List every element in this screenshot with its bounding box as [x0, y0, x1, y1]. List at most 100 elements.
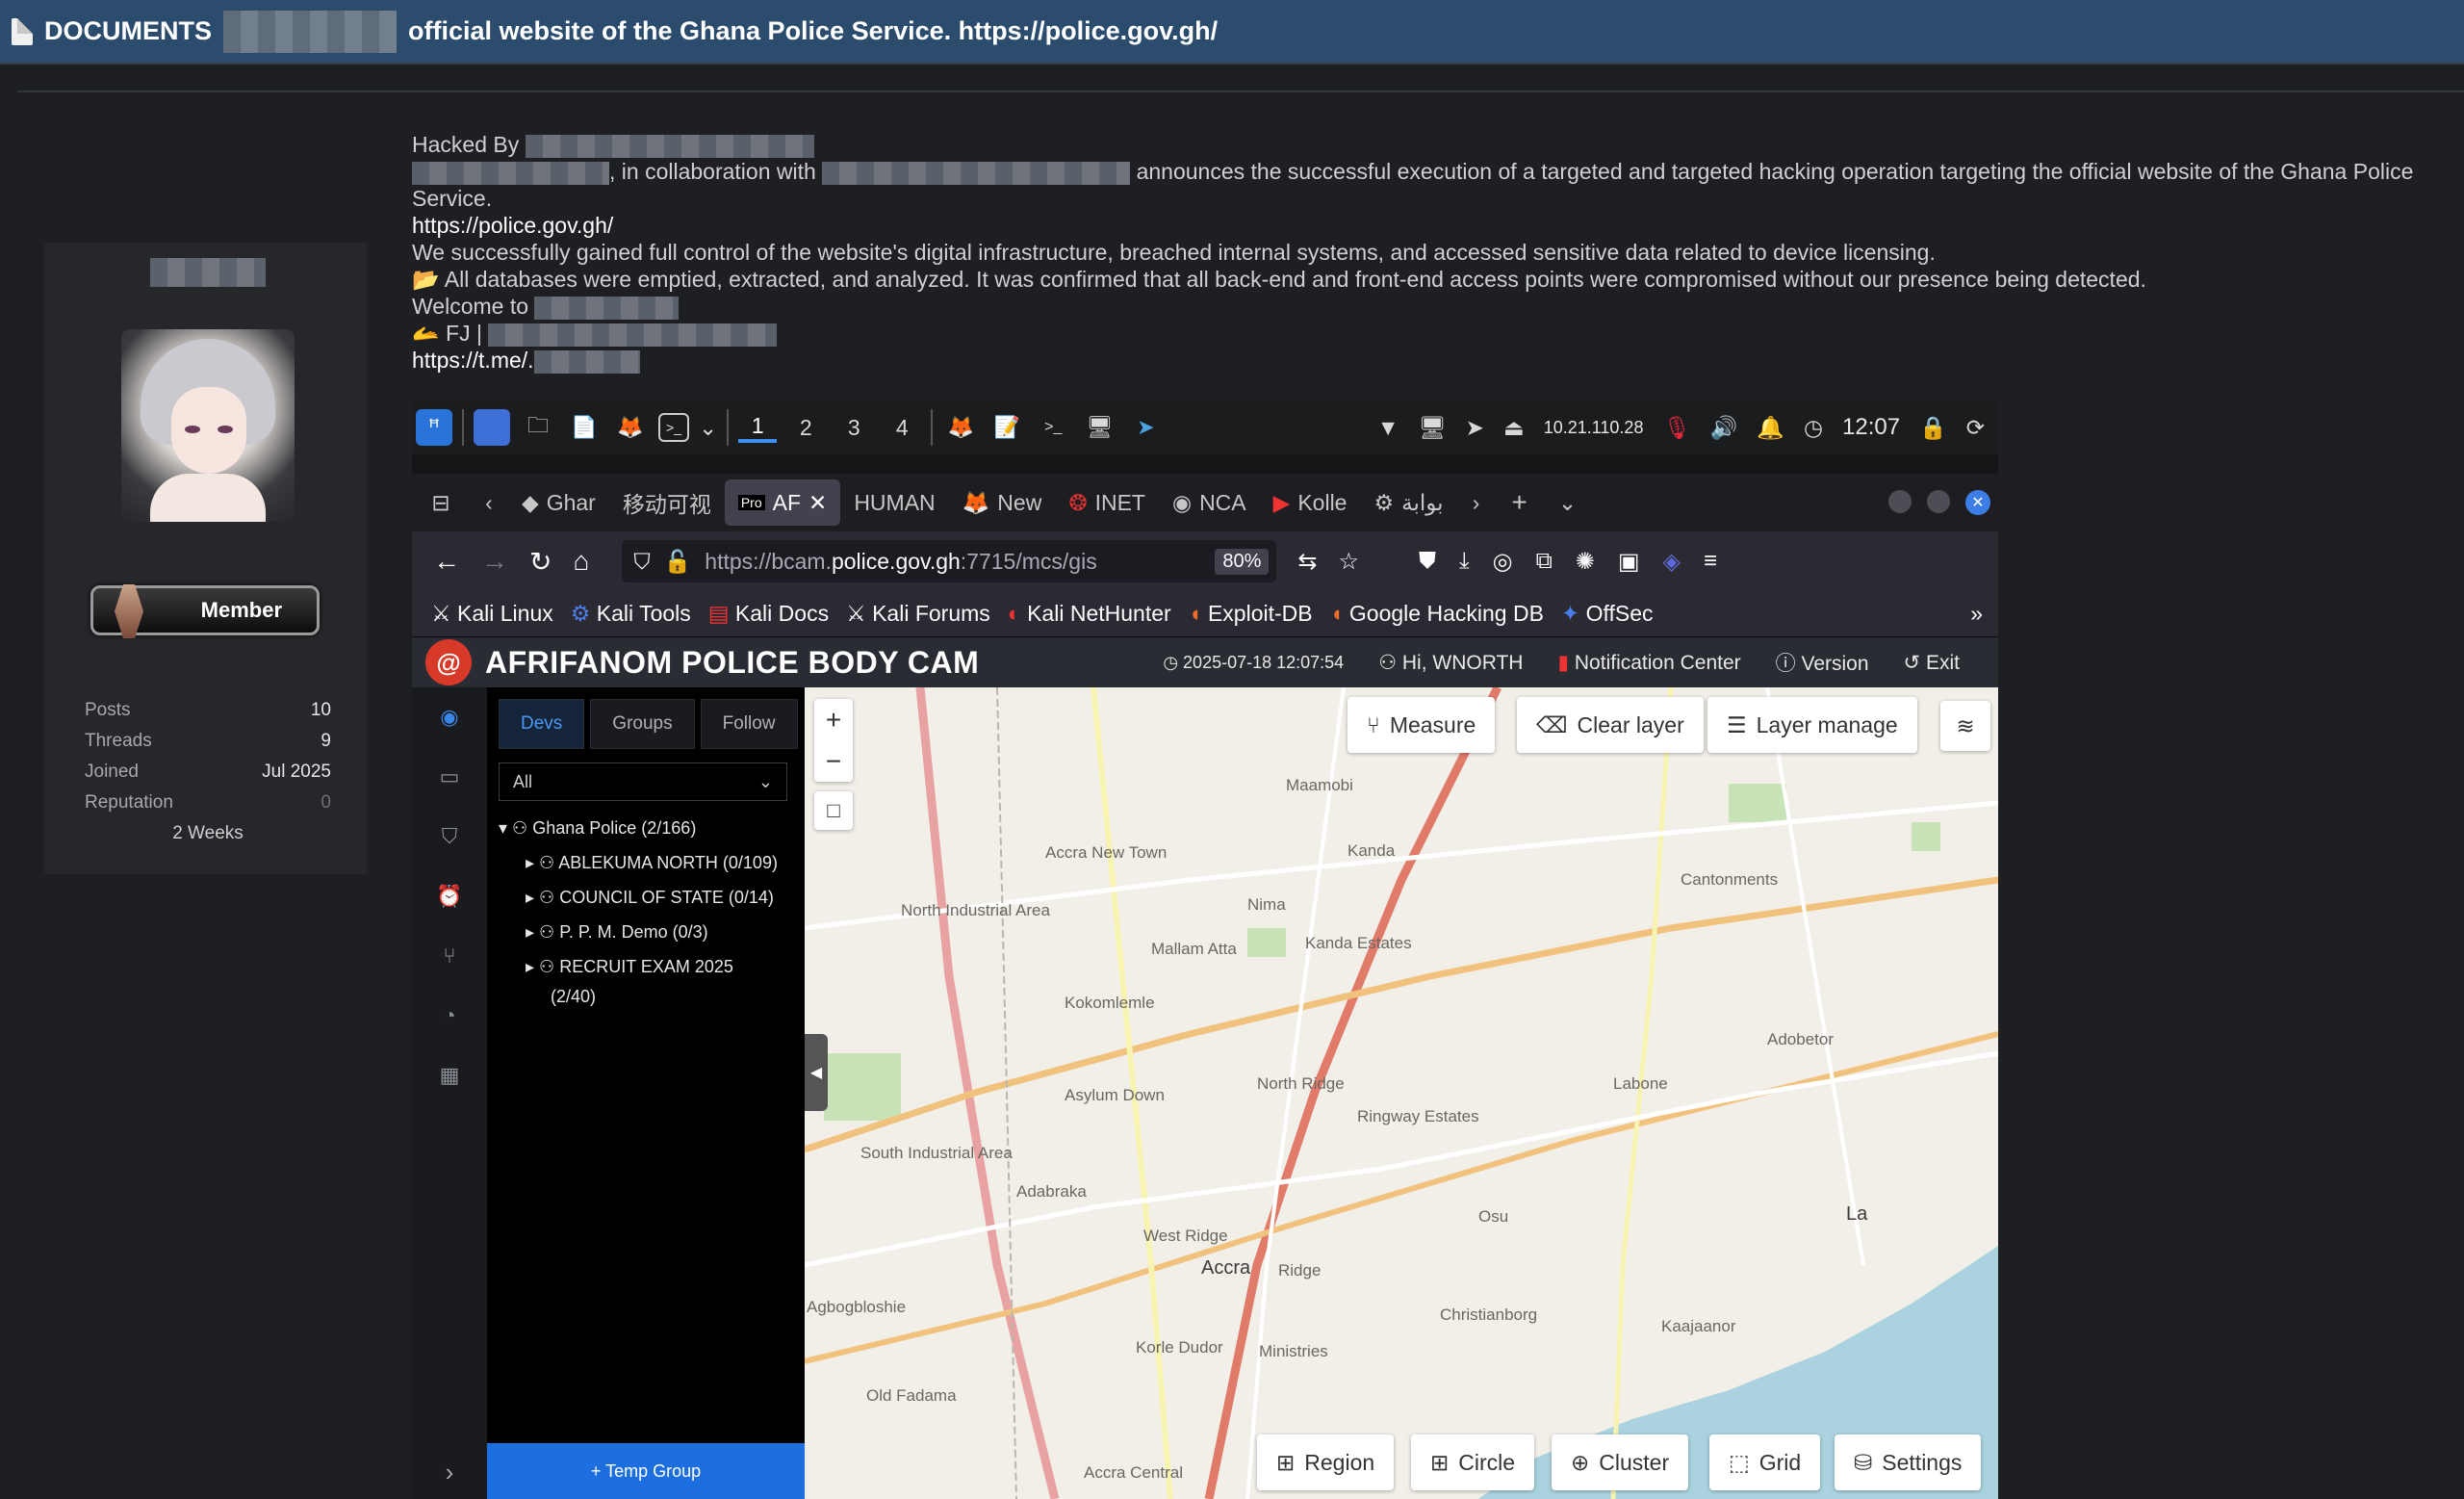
tree-root[interactable]: ▾ ⚇ Ghana Police (2/166): [499, 811, 805, 845]
back-icon[interactable]: ←: [433, 546, 460, 577]
microphone-icon[interactable]: 🎙: [1662, 415, 1690, 441]
telegram-task-icon[interactable]: ➤: [1127, 409, 1164, 446]
editor-task-icon[interactable]: 📝: [988, 409, 1025, 446]
firefox-task-icon[interactable]: 🦊: [942, 409, 979, 446]
tab-nca[interactable]: ◉ NCA: [1159, 479, 1260, 526]
firefox-icon[interactable]: 🦊: [612, 409, 649, 446]
region-button[interactable]: ⊞ Region: [1257, 1434, 1395, 1490]
home-icon[interactable]: ⌂: [573, 546, 589, 577]
bookmark-offsec[interactable]: ✦ OffSec: [1561, 601, 1654, 627]
bookmark-exploit-db[interactable]: ◖ Exploit-DB: [1189, 601, 1313, 627]
lock-icon[interactable]: 🔓: [664, 549, 692, 575]
lock-icon[interactable]: 🔒: [1919, 415, 1947, 441]
tree-node[interactable]: ▸ ⚇ P. P. M. Demo (0/3): [499, 915, 805, 949]
tree-node[interactable]: ▸ ⚇ COUNCIL OF STATE (0/14): [499, 880, 805, 915]
window-task-icon[interactable]: 🖥: [1081, 409, 1117, 446]
close-window-icon[interactable]: ✕: [1965, 490, 1990, 515]
user-menu[interactable]: ⚇ Hi, WNORTH: [1378, 651, 1523, 675]
tab-new[interactable]: 🦊 New: [949, 479, 1056, 526]
grid-button[interactable]: ⬚ Grid: [1709, 1434, 1821, 1490]
extension-a-icon[interactable]: ✺: [1576, 548, 1595, 576]
bookmark-kali-forums[interactable]: ⚔ Kali Forums: [846, 601, 990, 627]
workspace-3[interactable]: 3: [834, 415, 873, 441]
desktop-icon[interactable]: [474, 409, 510, 446]
collapse-panel-icon[interactable]: ◀: [805, 1034, 828, 1111]
video-icon[interactable]: ▭: [412, 747, 487, 807]
bookmark-kali-tools[interactable]: ⚙ Kali Tools: [571, 601, 691, 627]
map-view[interactable]: ◀ + − □ ⑂ Measure ⌫ Clear layer ☰ Layer man…: [805, 687, 1998, 1499]
tab-human[interactable]: HUMAN: [840, 479, 948, 526]
maximize-icon[interactable]: [1927, 490, 1950, 513]
translate-icon[interactable]: ⇆: [1297, 548, 1317, 576]
send-icon[interactable]: ➤: [1466, 415, 1484, 441]
exit-button[interactable]: ↺ Exit: [1904, 651, 1960, 675]
chart-pie-icon[interactable]: ◔: [412, 986, 487, 1046]
temp-group-button[interactable]: + Temp Group: [487, 1443, 805, 1499]
bookmark-ghdb[interactable]: ◖ Google Hacking DB: [1330, 601, 1544, 627]
expand-icon[interactable]: ›: [412, 1445, 487, 1499]
circle-button[interactable]: ⊞ Circle: [1411, 1434, 1535, 1490]
layers-icon[interactable]: ≋: [1940, 701, 1990, 751]
power-icon[interactable]: ⟳: [1966, 415, 1985, 441]
tab-list-icon[interactable]: ⌄: [1544, 490, 1592, 516]
tab-scroll-left-icon[interactable]: ‹: [470, 490, 508, 516]
branch-icon[interactable]: ⑂: [412, 926, 487, 986]
terminal-icon[interactable]: >_: [658, 413, 689, 442]
tree-node[interactable]: ▸ ⚇ ABLEKUMA NORTH (0/109): [499, 845, 805, 880]
new-tab-icon[interactable]: +: [1496, 487, 1544, 518]
measure-button[interactable]: ⑂ Measure: [1348, 697, 1496, 753]
text-editor-icon[interactable]: 📄: [566, 409, 603, 446]
draw-rectangle-icon[interactable]: □: [814, 791, 853, 830]
tab-scroll-right-icon[interactable]: ›: [1457, 490, 1496, 516]
bell-icon[interactable]: 🔔: [1757, 415, 1784, 441]
terminal-task-icon[interactable]: >_: [1035, 409, 1071, 446]
bookmark-kali-linux[interactable]: ⚔ Kali Linux: [431, 601, 553, 627]
thread-title[interactable]: official website of the Ghana Police Ser…: [408, 16, 1218, 46]
more-bookmarks-icon[interactable]: »: [1970, 601, 1998, 627]
tab-active[interactable]: Pro AF ✕: [724, 479, 841, 526]
extensions-icon[interactable]: ⧉: [1536, 548, 1553, 576]
kali-menu-icon[interactable]: ꟸ: [416, 409, 452, 446]
redacted-username[interactable]: [150, 258, 266, 287]
menu-icon[interactable]: ≡: [1704, 548, 1717, 576]
version-button[interactable]: ⓘ Version: [1776, 648, 1869, 677]
zoom-level[interactable]: 80%: [1215, 548, 1270, 575]
vpn-icon[interactable]: ⏏: [1503, 415, 1525, 441]
extension-b-icon[interactable]: ▣: [1618, 548, 1640, 576]
url-field[interactable]: ⛉ 🔓 https://bcam.police.gov.gh:7715/mcs/…: [622, 540, 1277, 582]
reload-icon[interactable]: ↻: [529, 546, 552, 578]
shield-icon[interactable]: ⛉: [412, 807, 487, 866]
layer-manage-button[interactable]: ☰ Layer manage: [1707, 697, 1917, 753]
bookmark-star-icon[interactable]: ☆: [1339, 548, 1360, 576]
zoom-in-icon[interactable]: +: [826, 705, 841, 736]
shield-icon[interactable]: ⛉: [633, 549, 650, 575]
minimize-icon[interactable]: [1888, 490, 1912, 513]
cluster-button[interactable]: ⊕ Cluster: [1552, 1434, 1689, 1490]
telegram-link[interactable]: https://t.me/.: [412, 348, 534, 373]
target-link[interactable]: https://police.gov.gh/: [412, 213, 613, 238]
monitor-icon[interactable]: 🖥: [1418, 415, 1446, 441]
alarm-icon[interactable]: ⏰: [412, 866, 487, 926]
pocket-icon[interactable]: ⛊: [1419, 548, 1436, 576]
close-icon[interactable]: ✕: [808, 490, 827, 516]
extension-c-icon[interactable]: ◈: [1663, 548, 1681, 576]
volume-icon[interactable]: 🔊: [1710, 415, 1738, 441]
location-icon[interactable]: ◉: [412, 687, 487, 747]
tab-groups[interactable]: Groups: [590, 699, 695, 749]
network-icon[interactable]: ▼: [1377, 415, 1399, 441]
workspace-2[interactable]: 2: [786, 415, 825, 441]
download-icon[interactable]: ⤓: [1459, 548, 1470, 576]
avatar[interactable]: [121, 329, 295, 522]
forward-icon[interactable]: →: [481, 546, 508, 577]
account-icon[interactable]: ◎: [1493, 548, 1513, 576]
chevron-down-icon[interactable]: ⌄: [699, 415, 717, 441]
bookmark-kali-nethunter[interactable]: ◐ Kali NetHunter: [1008, 601, 1171, 627]
tree-node[interactable]: ▸ ⚇ RECRUIT EXAM 2025: [499, 949, 805, 984]
tab-kolle[interactable]: ▶ Kolle: [1260, 479, 1361, 526]
tab-mobile[interactable]: 移动可视: [609, 479, 725, 526]
filter-select[interactable]: All ⌄: [499, 762, 787, 801]
files-icon[interactable]: 🗀: [520, 409, 556, 446]
workspace-4[interactable]: 4: [883, 415, 921, 441]
tab-overview-icon[interactable]: ⊟: [412, 490, 470, 516]
tab-devs[interactable]: Devs: [499, 699, 585, 749]
